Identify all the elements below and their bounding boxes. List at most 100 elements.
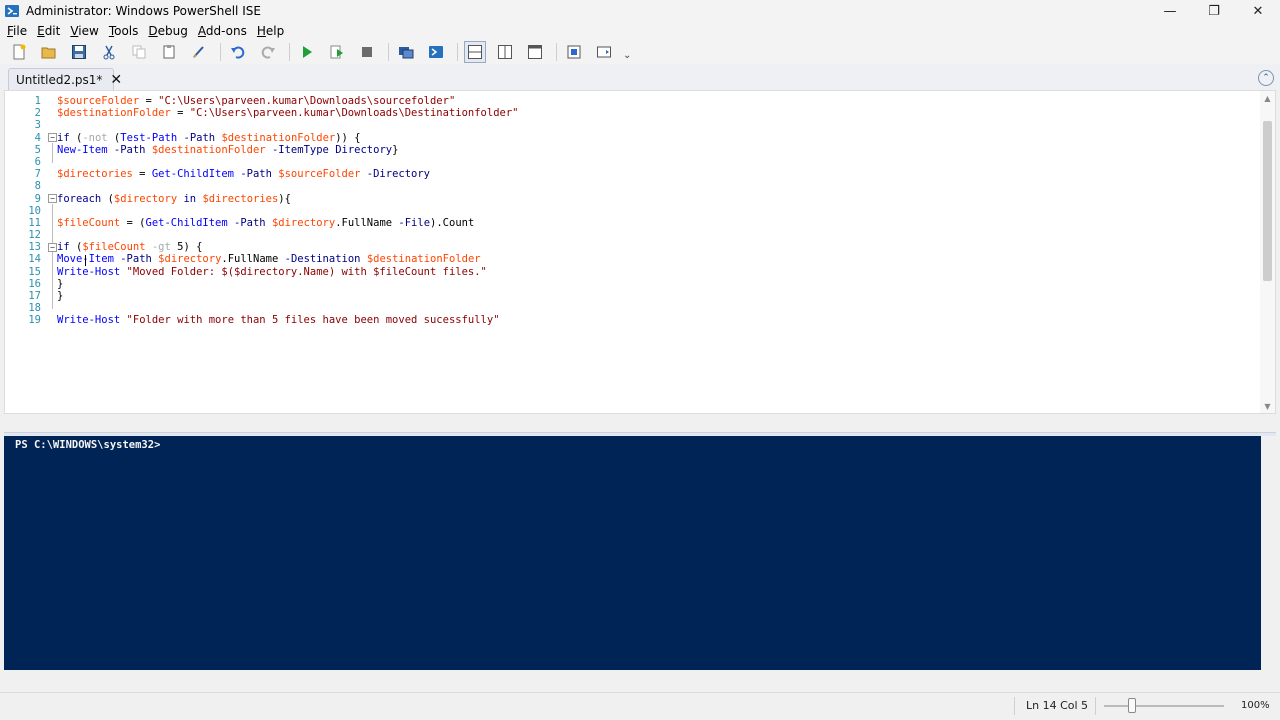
menu-view[interactable]: View <box>65 22 103 40</box>
undo-button[interactable] <box>227 41 249 63</box>
fold-toggle-icon[interactable]: − <box>48 242 57 252</box>
status-separator <box>1014 697 1015 715</box>
code-token: -Path <box>177 131 222 144</box>
code-token: "C:\Users\parveen.kumar\Downloads\Destin… <box>189 107 519 120</box>
code-line[interactable]: foreach ($directory in $directories){ <box>57 193 519 205</box>
toolbar-separator <box>388 43 389 61</box>
toolbar-overflow-icon[interactable]: ⌄ <box>623 50 631 61</box>
code-line[interactable]: $sourceFolder = "C:\Users\parveen.kumar\… <box>57 95 519 107</box>
menu-file[interactable]: File <box>2 22 32 40</box>
close-window-button[interactable]: ✕ <box>1236 0 1280 22</box>
restore-button[interactable]: ❐ <box>1192 0 1236 22</box>
menu-edit[interactable]: Edit <box>32 22 65 40</box>
undo-icon <box>231 46 245 59</box>
show-script-pane-button[interactable] <box>593 41 615 63</box>
code-line[interactable] <box>57 180 519 192</box>
code-token: -Path <box>107 143 152 156</box>
code-line[interactable] <box>57 156 519 168</box>
run-selection-button[interactable] <box>326 41 348 63</box>
code-line[interactable]: Write-Host "Folder with more than 5 file… <box>57 314 519 326</box>
menu-tools[interactable]: Tools <box>104 22 144 40</box>
console-pane[interactable]: PS C:\WINDOWS\system32> <box>4 436 1261 670</box>
paste-icon <box>163 45 175 59</box>
fold-toggle-icon[interactable]: − <box>48 133 57 143</box>
tab-close-icon[interactable]: ✕ <box>110 72 122 88</box>
line-number: 17 <box>28 290 41 302</box>
code-token: $sourceFolder <box>278 168 361 181</box>
scroll-up-icon[interactable]: ▲ <box>1260 91 1275 105</box>
zoom-slider-track[interactable] <box>1104 705 1224 707</box>
code-token: "Moved Folder: $($directory.Name) with $… <box>126 265 487 278</box>
line-number: 15 <box>28 265 41 278</box>
clear-console-button[interactable] <box>188 41 210 63</box>
menu-help[interactable]: Help <box>252 22 289 40</box>
powershell-console-button[interactable] <box>425 41 447 63</box>
code-line[interactable] <box>57 119 519 131</box>
code-token: $directory <box>158 253 222 266</box>
code-token: in <box>177 192 203 205</box>
tab-untitled2[interactable]: Untitled2.ps1* ✕ <box>8 68 122 90</box>
cut-button[interactable] <box>98 41 120 63</box>
console-vertical-scrollbar[interactable] <box>1261 436 1276 670</box>
layout-maximize-button[interactable] <box>524 41 546 63</box>
code-line[interactable]: Write-Host "Moved Folder: $($directory.N… <box>57 266 519 278</box>
code-line[interactable]: if (-not (Test-Path -Path $destinationFo… <box>57 132 519 144</box>
line-number: 6 <box>34 155 41 168</box>
pane-splitter[interactable] <box>4 414 1276 436</box>
run-selection-icon <box>330 45 343 59</box>
code-line[interactable] <box>57 302 519 314</box>
code-token: if <box>57 131 70 144</box>
cut-icon <box>103 45 115 60</box>
code-line[interactable]: New-Item -Path $destinationFolder -ItemT… <box>57 144 519 156</box>
layout-top-icon <box>468 45 482 59</box>
code-area[interactable]: $sourceFolder = "C:\Users\parveen.kumar\… <box>57 95 519 327</box>
redo-button[interactable] <box>257 41 279 63</box>
script-editor[interactable]: 1 2 3 4 5 6 7 8 9 10 11 12 13 14 15 16 17 18 19 $sourceFol… <box>4 90 1276 414</box>
code-line[interactable]: $destinationFolder = "C:\Users\parveen.k… <box>57 107 519 119</box>
stop-button[interactable] <box>356 41 378 63</box>
open-button[interactable] <box>38 41 60 63</box>
fold-toggle-icon[interactable]: − <box>48 194 57 204</box>
code-line[interactable]: if ($fileCount -gt 5) { <box>57 241 519 253</box>
command-addon-button[interactable] <box>563 41 585 63</box>
editor-vertical-scrollbar[interactable]: ▲ ▼ <box>1260 91 1275 413</box>
code-line[interactable] <box>57 205 519 217</box>
code-token: Get-ChildItem <box>145 216 228 229</box>
save-button[interactable] <box>68 41 90 63</box>
redo-icon <box>261 46 275 59</box>
save-icon <box>72 45 86 59</box>
code-line[interactable]: } <box>57 290 519 302</box>
layout-right-button[interactable] <box>494 41 516 63</box>
script-tab-strip: Untitled2.ps1* ✕ ⌃ <box>0 64 1280 90</box>
code-line[interactable]: Move-Item -Path $directory.FullName -Des… <box>57 253 519 265</box>
powershell-ise-icon <box>5 5 19 17</box>
paste-button[interactable] <box>158 41 180 63</box>
code-line[interactable]: $directories = Get-ChildItem -Path $sour… <box>57 168 519 180</box>
code-token: )) { <box>335 131 361 144</box>
code-line[interactable] <box>57 229 519 241</box>
code-token: -ItemType <box>265 143 336 156</box>
run-script-button[interactable] <box>296 41 318 63</box>
code-token: Get-ChildItem <box>151 168 235 181</box>
collapse-script-pane-icon[interactable]: ⌃ <box>1258 70 1274 86</box>
window-title: Administrator: Windows PowerShell ISE <box>26 4 261 18</box>
remote-powershell-button[interactable] <box>395 41 417 63</box>
zoom-slider-thumb[interactable] <box>1128 698 1136 713</box>
status-separator <box>1095 697 1096 715</box>
code-token: } <box>57 277 64 290</box>
code-token: -gt <box>145 241 178 254</box>
copy-button[interactable] <box>128 41 150 63</box>
clear-console-icon <box>193 46 204 58</box>
code-token: -Directory <box>360 168 431 181</box>
editor-scroll-thumb[interactable] <box>1263 121 1272 281</box>
code-line[interactable]: $fileCount = (Get-ChildItem -Path $direc… <box>57 217 519 229</box>
code-token: $directories <box>57 168 133 181</box>
menu-debug[interactable]: Debug <box>143 22 192 40</box>
menu-addons[interactable]: Add-ons <box>193 22 252 40</box>
scroll-down-icon[interactable]: ▼ <box>1260 399 1275 413</box>
new-button[interactable] <box>8 41 30 63</box>
layout-top-button[interactable] <box>464 41 486 63</box>
code-token: Directory <box>335 143 393 156</box>
minimize-button[interactable]: — <box>1148 0 1192 22</box>
code-line[interactable]: } <box>57 278 519 290</box>
